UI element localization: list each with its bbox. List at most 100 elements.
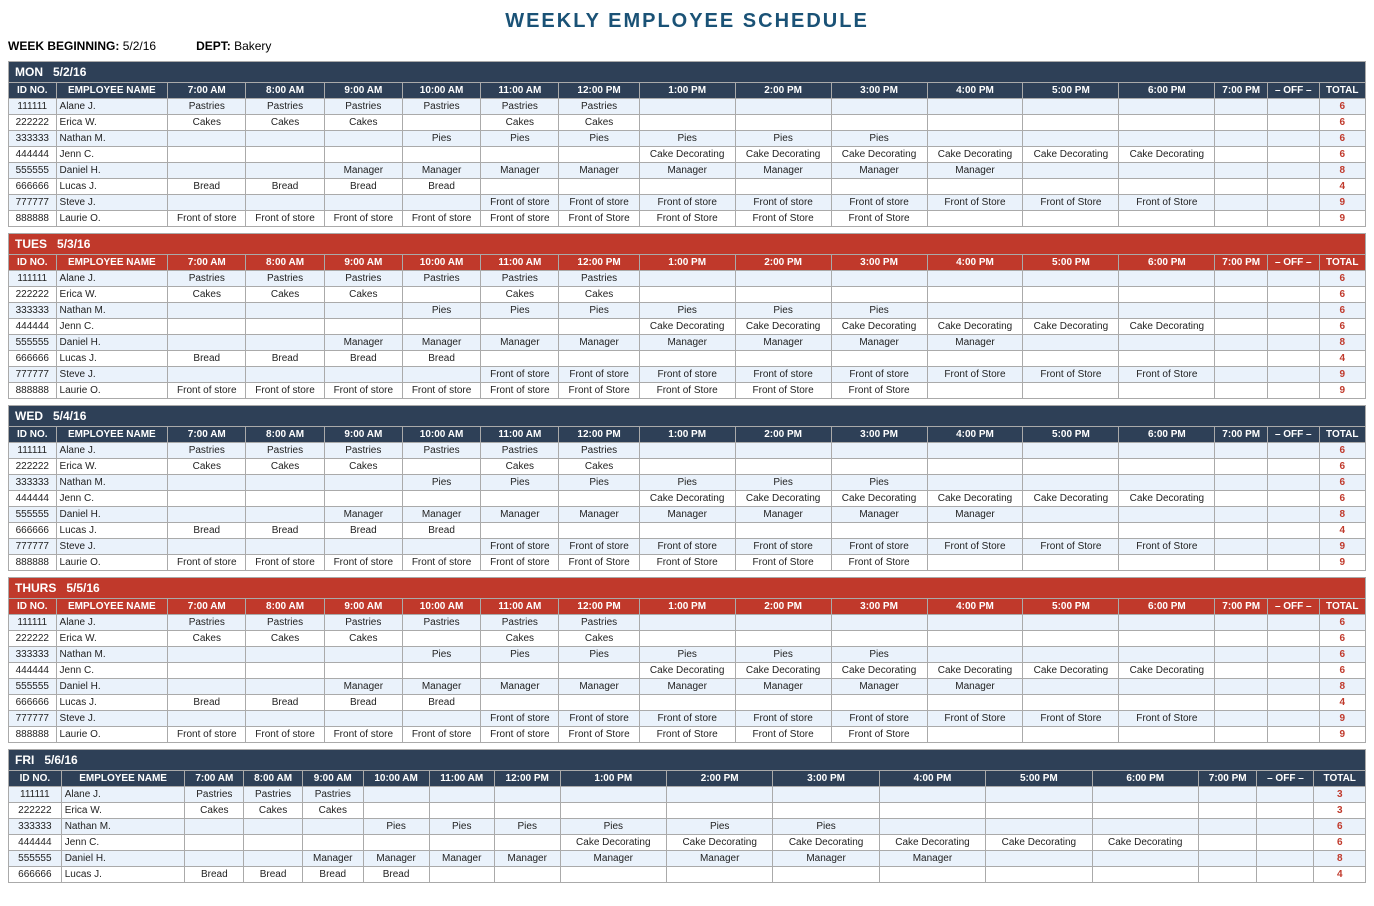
employee-name: Laurie O. [56,555,168,571]
table-row: 111111Alane J.PastriesPastriesPastriesPa… [9,271,1366,287]
schedule-slot [639,523,735,539]
schedule-slot [1023,131,1119,147]
schedule-slot: Pastries [559,99,639,115]
schedule-slot [1198,787,1256,803]
table-row: 222222Erica W.CakesCakesCakesCakesCakes6 [9,115,1366,131]
schedule-slot: Cake Decorating [1092,835,1198,851]
schedule-slot: Manager [735,163,831,179]
total-cell: 6 [1319,647,1366,663]
employee-name: Steve J. [56,711,168,727]
schedule-slot [735,351,831,367]
schedule-slot: Bread [246,695,324,711]
off-cell [1268,663,1319,679]
schedule-slot [1215,443,1268,459]
employee-name: Lucas J. [56,695,168,711]
schedule-slot [927,131,1023,147]
meta-row: WEEK BEGINNING: 5/2/16 DEPT: Bakery [8,39,1366,53]
schedule-slot: Front of Store [559,211,639,227]
table-row: 333333Nathan M.PiesPiesPiesPiesPiesPies6 [9,303,1366,319]
schedule-slot [927,459,1023,475]
schedule-slot: Bread [246,179,324,195]
schedule-slot [735,631,831,647]
schedule-slot: Pies [639,647,735,663]
schedule-slot [1023,443,1119,459]
total-cell: 4 [1319,523,1366,539]
total-cell: 8 [1319,507,1366,523]
schedule-slot: Manager [494,851,560,867]
schedule-slot: Front of Store [559,727,639,743]
employee-id: 666666 [9,179,57,195]
schedule-slot [1215,383,1268,399]
schedule-slot [735,695,831,711]
schedule-slot [639,695,735,711]
schedule-slot [831,271,927,287]
table-row: 888888Laurie O.Front of storeFront of st… [9,211,1366,227]
schedule-slot: Cake Decorating [639,491,735,507]
table-row: 111111Alane J.PastriesPastriesPastriesPa… [9,99,1366,115]
employee-id: 222222 [9,459,57,475]
total-cell: 9 [1319,555,1366,571]
schedule-slot: Cake Decorating [639,319,735,335]
schedule-slot [986,851,1092,867]
schedule-slot [1215,367,1268,383]
schedule-slot [185,819,244,835]
schedule-slot [1023,507,1119,523]
schedule-slot [1119,271,1215,287]
schedule-slot [560,867,666,883]
schedule-slot: Pies [639,475,735,491]
table-row: 666666Lucas J.BreadBreadBreadBread4 [9,867,1366,883]
schedule-slot: Front of store [735,367,831,383]
off-cell [1268,711,1319,727]
schedule-slot: Pies [481,647,559,663]
schedule-slot [927,443,1023,459]
schedule-slot [735,443,831,459]
schedule-slot: Front of Store [1023,711,1119,727]
schedule-slot: Pies [402,475,480,491]
schedule-slot: Pastries [324,271,402,287]
schedule-slot [1215,631,1268,647]
off-cell [1268,147,1319,163]
schedule-slot: Pies [831,475,927,491]
schedule-slot: Cakes [559,459,639,475]
schedule-slot [560,803,666,819]
schedule-slot [1119,647,1215,663]
table-row: 444444Jenn C.Cake DecoratingCake Decorat… [9,491,1366,507]
schedule-slot: Front of store [831,367,927,383]
off-cell [1268,383,1319,399]
total-cell: 4 [1314,867,1366,883]
schedule-slot [831,615,927,631]
schedule-slot: Front of store [324,383,402,399]
schedule-slot: Front of store [639,711,735,727]
schedule-slot [246,195,324,211]
table-row: 222222Erica W.CakesCakesCakesCakesCakes6 [9,459,1366,475]
schedule-slot [1092,819,1198,835]
schedule-slot [666,867,772,883]
dept-label: DEPT: Bakery [196,39,271,53]
schedule-slot: Manager [831,679,927,695]
employee-id: 111111 [9,271,57,287]
col-header-tues: ID NO.EMPLOYEE NAME7:00 AM8:00 AM9:00 AM… [9,255,1366,271]
schedule-slot [927,555,1023,571]
schedule-slot [402,711,480,727]
schedule-slot [481,663,559,679]
schedule-slot [927,615,1023,631]
schedule-slot: Manager [324,507,402,523]
employee-id: 222222 [9,803,62,819]
table-row: 333333Nathan M.PiesPiesPiesPiesPiesPies6 [9,647,1366,663]
schedule-slot: Cakes [559,631,639,647]
schedule-slot [735,115,831,131]
schedule-slot [773,787,879,803]
schedule-slot: Pastries [324,615,402,631]
schedule-slot [1023,647,1119,663]
schedule-slot [324,131,402,147]
schedule-slot [246,663,324,679]
schedule-slot [244,835,303,851]
schedule-slot: Front of store [168,383,246,399]
schedule-slot [246,475,324,491]
total-cell: 8 [1319,679,1366,695]
schedule-slot: Front of store [831,195,927,211]
schedule-slot: Pies [559,131,639,147]
schedule-slot [639,115,735,131]
schedule-slot [735,459,831,475]
schedule-slot [927,179,1023,195]
